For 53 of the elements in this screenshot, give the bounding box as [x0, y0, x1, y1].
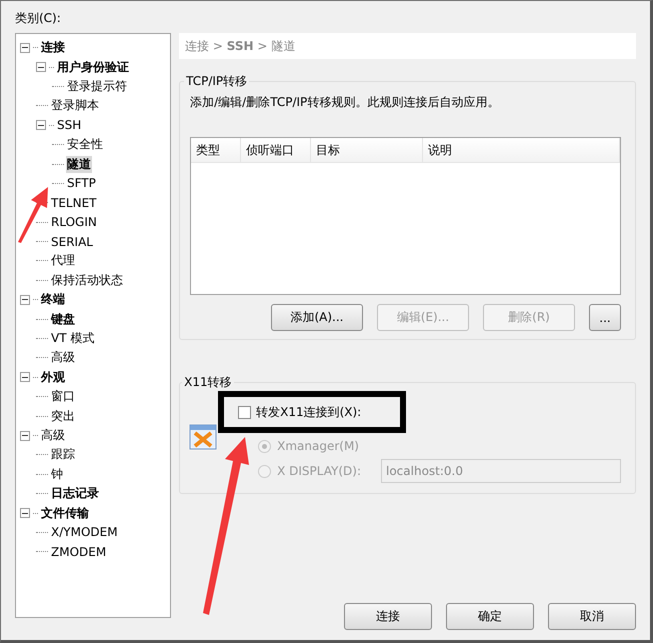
tree-item[interactable]: 突出 [50, 408, 76, 425]
tree-item[interactable]: 跟踪 [50, 446, 76, 464]
collapse-icon[interactable] [20, 42, 30, 53]
dialog-button[interactable]: 取消 [548, 603, 636, 630]
tree-item[interactable]: 外观 [40, 368, 66, 386]
radio-label: Xmanager(M) [277, 439, 359, 453]
collapse-icon[interactable] [36, 62, 46, 72]
tree-item[interactable]: 高级 [50, 349, 76, 366]
tree-item[interactable]: 终端 [40, 291, 66, 308]
group-title: X11转移 [183, 374, 233, 391]
action-button[interactable]: 添加(A)... [271, 304, 363, 331]
column-header[interactable]: 类型 [191, 138, 242, 162]
tree-item[interactable]: X/YMODEM [50, 525, 119, 540]
radio-label: X DISPLAY(D): [277, 464, 361, 478]
tree-item[interactable]: 文件传输 [40, 504, 90, 522]
column-header[interactable]: 侦听端口 [241, 138, 312, 162]
tree-item[interactable]: 登录脚本 [50, 97, 100, 114]
tree-item[interactable]: ZMODEM [50, 544, 108, 559]
tree-item[interactable]: TELNET [50, 196, 98, 210]
tree-item[interactable]: SFTP [66, 176, 97, 190]
tree-item[interactable]: 高级 [40, 427, 66, 444]
description: 添加/编辑/删除TCP/IP转移规则。此规则连接后自动应用。 [190, 94, 500, 111]
category-label: 类别(C): [15, 10, 62, 27]
checkbox-label: 转发X11连接到(X): [256, 404, 362, 420]
tree-item[interactable]: 键盘 [50, 310, 76, 328]
checkbox[interactable] [238, 406, 252, 418]
tree-item[interactable]: 钟 [50, 466, 64, 483]
dialog-button[interactable]: 确定 [446, 603, 534, 630]
tree-item[interactable]: 用户身份验证 [56, 58, 130, 76]
collapse-icon[interactable] [20, 430, 30, 440]
collapse-icon[interactable] [20, 294, 30, 305]
tree-item[interactable]: RLOGIN [50, 215, 98, 230]
tree-item[interactable]: 登录提示符 [66, 78, 128, 95]
column-header[interactable]: 说明 [423, 138, 620, 162]
collapse-icon[interactable] [20, 372, 30, 382]
collapse-icon[interactable] [20, 508, 30, 518]
dialog-button[interactable]: 连接 [344, 603, 432, 630]
group-title: TCP/IP转移 [185, 73, 248, 90]
more-button[interactable]: ... [589, 304, 621, 331]
tree-item[interactable]: 保持活动状态 [50, 272, 124, 289]
tree-item[interactable]: 隧道 [66, 156, 92, 173]
column-header[interactable]: 目标 [311, 138, 424, 162]
tree-item[interactable]: 日志记录 [50, 485, 100, 502]
breadcrumb: 连接 > SSH > 隧道 [179, 33, 636, 59]
collapse-icon[interactable] [36, 120, 46, 130]
tree-item[interactable]: 代理 [50, 252, 76, 270]
tree-item[interactable]: 安全性 [66, 136, 104, 154]
tree-item[interactable]: SSH [56, 118, 82, 132]
arrow [17, 187, 49, 243]
tree-item[interactable]: 窗口 [50, 388, 76, 406]
tree-item[interactable]: 连接 [40, 39, 66, 56]
tree-item[interactable]: SERIAL [50, 234, 94, 249]
tree-item[interactable]: VT 模式 [50, 330, 96, 348]
